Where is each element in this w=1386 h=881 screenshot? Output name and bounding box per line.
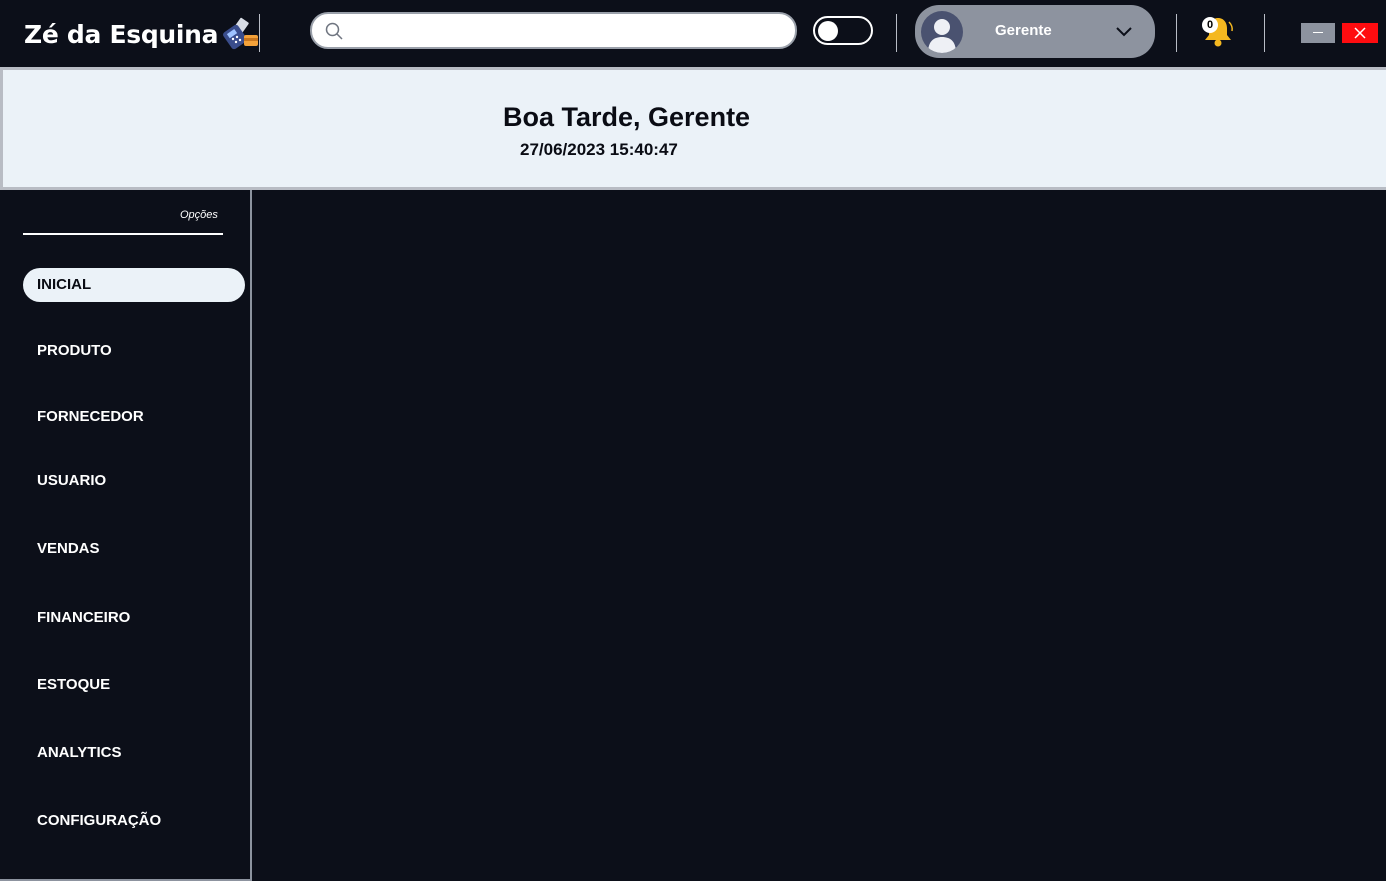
user-menu[interactable]: Gerente — [915, 5, 1155, 58]
notifications-button[interactable]: 0 — [1200, 14, 1236, 48]
divider — [259, 14, 260, 52]
sidebar-item-analytics[interactable]: ANALYTICS — [23, 736, 245, 770]
divider — [1176, 14, 1177, 52]
app-logo: Zé da Esquina — [24, 17, 260, 51]
options-divider — [23, 233, 223, 235]
app-title: Zé da Esquina — [24, 19, 219, 49]
close-icon — [1354, 27, 1366, 39]
top-bar: Zé da Esquina Gerente 0 — [0, 0, 1386, 67]
sidebar-item-configuracao[interactable]: CONFIGURAÇÃO — [23, 804, 245, 838]
search-bar[interactable] — [310, 12, 797, 49]
options-label: Opções — [180, 209, 218, 221]
divider — [896, 14, 897, 52]
sidebar-item-vendas[interactable]: VENDAS — [23, 532, 245, 566]
datetime-text: 27/06/2023 15:40:47 — [520, 140, 678, 159]
theme-toggle[interactable] — [813, 16, 873, 45]
payment-terminal-icon — [222, 17, 260, 51]
greeting-text: Boa Tarde, Gerente — [503, 102, 751, 132]
search-input[interactable] — [352, 14, 781, 47]
greeting-banner: Boa Tarde, Gerente 27/06/2023 15:40:47 — [0, 67, 1386, 190]
avatar — [921, 11, 963, 53]
main-content — [252, 190, 1386, 881]
toggle-knob — [818, 21, 838, 41]
sidebar-item-estoque[interactable]: ESTOQUE — [23, 668, 245, 702]
sidebar-item-produto[interactable]: PRODUTO — [23, 334, 245, 368]
search-icon — [324, 21, 344, 41]
sidebar-item-inicial[interactable]: INICIAL — [23, 268, 245, 302]
chevron-down-icon[interactable] — [1115, 22, 1133, 40]
sidebar-item-fornecedor[interactable]: FORNECEDOR — [23, 400, 245, 434]
notification-count: 0 — [1202, 17, 1218, 33]
user-name: Gerente — [995, 22, 1052, 39]
divider — [1264, 14, 1265, 52]
close-button[interactable] — [1342, 23, 1378, 43]
minimize-button[interactable] — [1301, 23, 1335, 43]
sidebar: Opções INICIAL PRODUTO FORNECEDOR USUARI… — [0, 190, 252, 881]
sidebar-item-usuario[interactable]: USUARIO — [23, 464, 245, 498]
sidebar-item-financeiro[interactable]: FINANCEIRO — [23, 601, 245, 635]
